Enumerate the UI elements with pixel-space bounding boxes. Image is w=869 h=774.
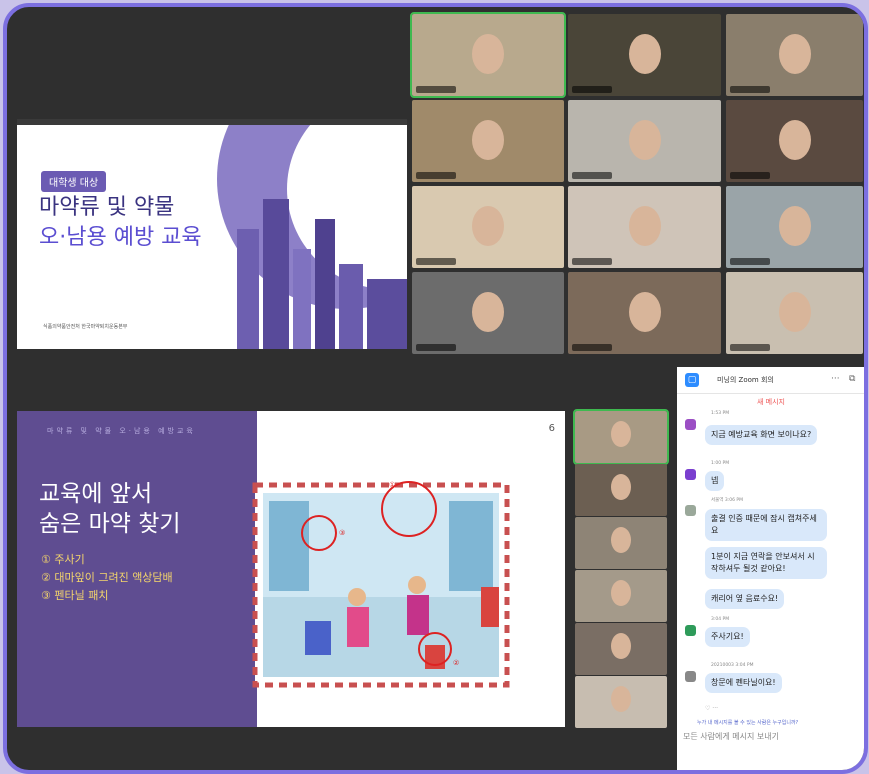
more-options-icon[interactable]: ··· xyxy=(831,374,840,384)
audience-badge: 대학생 대상 xyxy=(41,171,107,192)
sender-avatar xyxy=(685,505,696,516)
participant-thumbnail[interactable] xyxy=(575,517,667,569)
shared-slide-title: 대학생 대상 마약류 및 약물 오·남용 예방 교육 식품의약품안전처 한국마약… xyxy=(17,119,407,349)
zoom-window: 대학생 대상 마약류 및 약물 오·남용 예방 교육 식품의약품안전처 한국마약… xyxy=(3,3,868,774)
message-meta: 3:04 PM xyxy=(711,617,730,622)
participant-face xyxy=(628,34,661,74)
participant-name-tag xyxy=(730,86,770,93)
marker-3: ③ xyxy=(339,529,345,537)
message-bubble: 지금 예방교육 화면 보이나요? xyxy=(705,425,818,445)
participant-name-tag xyxy=(416,172,456,179)
participant-video-tile[interactable] xyxy=(568,272,721,354)
quiz-title-line2: 숨은 마약 찾기 xyxy=(39,511,181,537)
participant-face xyxy=(778,34,811,74)
marker-2: ② xyxy=(453,659,459,667)
participant-video-tile[interactable] xyxy=(568,186,721,268)
sender-avatar xyxy=(685,625,696,636)
slide-header: 마약류 및 약물 오·남용 예방교육 xyxy=(47,427,196,435)
message-bubble: 캐리어 옆 음료수요! xyxy=(705,589,785,609)
participant-name-tag xyxy=(416,86,456,93)
quiz-title: 교육에 앞서 숨은 마약 찾기 xyxy=(39,479,181,539)
chat-input[interactable]: 모든 사람에게 메시지 보내기 xyxy=(683,731,859,753)
participant-face xyxy=(611,633,631,659)
message-meta: 1:00 PM xyxy=(711,461,730,466)
message-bubble: 창문에 펜타닐이요! xyxy=(705,673,782,693)
participant-video-tile[interactable] xyxy=(726,100,863,182)
participant-face xyxy=(472,34,504,74)
message-bubble: 넵 xyxy=(705,471,725,491)
participant-thumbnail[interactable] xyxy=(575,464,667,516)
participant-face xyxy=(778,206,811,246)
participant-thumbnail[interactable] xyxy=(575,623,667,675)
participant-video-tile[interactable] xyxy=(726,186,863,268)
chat-header: ▢ 미닝의 Zoom 회의 ··· ⧉ xyxy=(677,367,864,394)
slide-title-line1: 마약류 및 약물 xyxy=(39,195,175,220)
participant-face xyxy=(611,527,631,553)
message-bubble: 1분이 지금 연락을 안보셔서 시작하셔두 될것 같아요! xyxy=(705,547,827,579)
participant-thumbnail[interactable] xyxy=(575,676,667,728)
popout-icon[interactable]: ⧉ xyxy=(849,374,855,384)
reaction-icon[interactable]: ♡ ··· xyxy=(705,705,718,712)
zoom-app-icon: ▢ xyxy=(685,373,699,387)
participant-name-tag xyxy=(730,172,770,179)
message-meta: 20210003 3:04 PM xyxy=(711,663,754,668)
participant-face xyxy=(472,292,504,332)
new-message-divider: 새 메시지 xyxy=(757,398,785,406)
participant-face xyxy=(611,580,631,606)
participant-name-tag xyxy=(572,344,612,351)
participant-name-tag xyxy=(730,344,770,351)
participant-video-tile[interactable] xyxy=(412,272,564,354)
sender-avatar xyxy=(685,419,696,430)
answer-bullet-3: ③ 펜타닐 패치 xyxy=(41,589,109,602)
chat-panel: ▢ 미닝의 Zoom 회의 ··· ⧉ 새 메시지 1:53 PM 지금 예방교육… xyxy=(677,367,864,770)
participant-face xyxy=(628,120,661,160)
participant-video-tile[interactable] xyxy=(568,100,721,182)
participant-face xyxy=(611,686,631,712)
city-skyline-image xyxy=(237,199,407,349)
participant-name-tag xyxy=(572,86,612,93)
participant-name-tag xyxy=(572,258,612,265)
participant-video-tile[interactable] xyxy=(412,100,564,182)
participant-face xyxy=(472,206,504,246)
participant-face xyxy=(611,474,631,500)
sponsor-logos: 식품의약품안전처 한국마약퇴치운동본부 xyxy=(43,324,128,330)
participant-video-tile[interactable] xyxy=(412,186,564,268)
chat-title: 미닝의 Zoom 회의 xyxy=(717,376,774,384)
message-meta: 서울역 3:06 PM xyxy=(711,498,743,503)
slide-top-band xyxy=(17,119,407,125)
participant-face xyxy=(778,292,811,332)
participant-face xyxy=(611,421,631,447)
airport-illustration: ① ② ③ xyxy=(252,481,510,688)
answer-bullet-1: ① 주사기 xyxy=(41,553,85,566)
participant-face xyxy=(628,292,661,332)
participant-name-tag xyxy=(730,258,770,265)
answer-bullet-2: ② 대마잎이 그려진 액상담배 xyxy=(41,571,173,584)
message-bubble: 주사기요! xyxy=(705,627,750,647)
message-meta: 1:53 PM xyxy=(711,411,730,416)
participant-name-tag xyxy=(572,172,612,179)
message-bubble: 출결 인증 때문에 잠시 캡쳐주세요 xyxy=(705,509,827,541)
slide-title-line2: 오·남용 예방 교육 xyxy=(39,225,202,250)
shared-slide-quiz: 마약류 및 약물 오·남용 예방교육 6 교육에 앞서 숨은 마약 찾기 ① 주… xyxy=(17,411,565,727)
slide-page-number: 6 xyxy=(548,423,555,434)
participant-video-tile[interactable] xyxy=(410,12,566,98)
participant-face xyxy=(778,120,811,160)
participant-video-tile[interactable] xyxy=(726,272,863,354)
participant-face xyxy=(628,206,661,246)
participant-thumbnail[interactable] xyxy=(573,409,669,465)
participant-name-tag xyxy=(416,344,456,351)
marker-1: ① xyxy=(389,481,395,489)
participant-video-tile[interactable] xyxy=(568,14,721,96)
participant-video-tile[interactable] xyxy=(726,14,863,96)
participant-face xyxy=(472,120,504,160)
participant-thumbnail[interactable] xyxy=(575,570,667,622)
sender-avatar xyxy=(685,671,696,682)
participant-name-tag xyxy=(416,258,456,265)
sender-avatar xyxy=(685,469,696,480)
chat-visibility-warning[interactable]: 누가 내 메시지를 볼 수 있는 사람은 누구입니까? xyxy=(697,719,798,726)
quiz-title-line1: 교육에 앞서 xyxy=(39,481,153,507)
